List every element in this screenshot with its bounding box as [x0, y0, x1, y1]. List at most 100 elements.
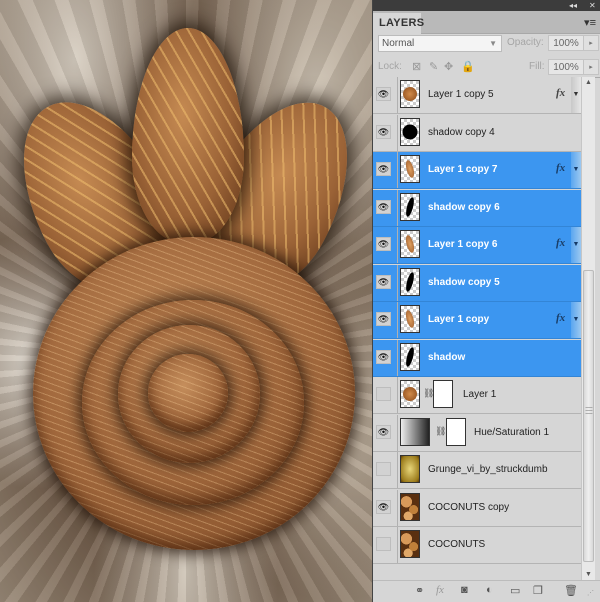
layer-row[interactable]: 👁⛓Layer 1	[373, 377, 581, 414]
layer-effects-fx-icon[interactable]: fx	[556, 162, 565, 174]
link-layers-icon[interactable]: ⚭	[415, 584, 424, 597]
visibility-eye-icon[interactable]: 👁	[376, 162, 391, 176]
panel-menu-icon[interactable]: ▾≡	[584, 16, 596, 29]
visibility-eye-icon[interactable]: 👁	[376, 537, 391, 551]
divider	[397, 152, 398, 188]
blend-mode-select[interactable]: Normal ▼	[378, 35, 502, 52]
layer-name[interactable]: COCONUTS	[428, 539, 485, 550]
layer-row[interactable]: 👁 shadow	[373, 339, 581, 377]
layer-row[interactable]: 👁 shadow copy 6	[373, 189, 581, 227]
layer-row[interactable]: 👁 shadow copy 5	[373, 264, 581, 302]
layer-thumbnail[interactable]	[400, 192, 420, 221]
visibility-eye-icon[interactable]: 👁	[376, 87, 391, 101]
layer-effects-fx-icon[interactable]: fx	[556, 237, 565, 249]
resize-grip-icon[interactable]: ⋰	[587, 589, 594, 597]
layer-thumbnail[interactable]	[400, 267, 420, 296]
layer-row[interactable]: 👁 Layer 1 copy 5 fx ▼	[373, 77, 581, 114]
layer-name[interactable]: shadow copy 6	[428, 202, 500, 213]
scrollbar-thumb[interactable]: ― ― ―	[583, 270, 594, 562]
expand-effects-arrow-icon[interactable]: ▼	[571, 302, 581, 338]
mask-link-chain-icon[interactable]: ⛓	[435, 426, 446, 437]
chevron-down-icon: ▼	[489, 39, 497, 48]
layer-effects-fx-icon[interactable]: fx	[556, 312, 565, 324]
layer-name[interactable]: Grunge_vi_by_struckdumb	[428, 464, 548, 475]
lock-position-move-icon[interactable]: ✥	[444, 60, 453, 73]
layer-name[interactable]: COCONUTS copy	[428, 502, 509, 513]
divider	[397, 489, 398, 526]
layer-thumbnail[interactable]	[400, 492, 420, 521]
scroll-up-arrow-icon[interactable]: ▲	[582, 79, 595, 86]
layer-thumbnail[interactable]	[400, 80, 420, 108]
layers-scrollbar[interactable]: ▲ ― ― ― ▼	[581, 77, 595, 580]
fill-slider-toggle[interactable]: ▸	[583, 59, 599, 75]
expand-effects-arrow-icon[interactable]: ▼	[571, 227, 581, 263]
visibility-eye-icon[interactable]: 👁	[376, 274, 391, 289]
layer-row[interactable]: 👁 COCONUTS copy	[373, 489, 581, 527]
layer-name[interactable]: Layer 1 copy 7	[428, 164, 497, 175]
layer-name[interactable]: shadow copy 4	[428, 127, 495, 138]
scroll-down-arrow-icon[interactable]: ▼	[582, 571, 595, 578]
layer-row[interactable]: 👁 ⛓ Hue/Saturation 1	[373, 414, 581, 452]
visibility-eye-icon[interactable]: 👁	[376, 424, 391, 439]
opacity-slider-toggle[interactable]: ▸	[583, 35, 599, 51]
layer-thumbnail[interactable]	[400, 230, 420, 258]
layer-thumbnail[interactable]	[400, 155, 420, 183]
document-canvas[interactable]	[0, 0, 372, 602]
layer-thumbnail[interactable]	[400, 305, 420, 333]
layer-name[interactable]: Layer 1 copy 6	[428, 239, 497, 250]
delete-layer-icon[interactable]: 🗑	[564, 584, 578, 597]
layer-name[interactable]: shadow	[428, 352, 465, 363]
layer-row[interactable]: 👁 Grunge_vi_by_struckdumb	[373, 452, 581, 489]
layer-row[interactable]: 👁 shadow copy 4	[373, 114, 581, 152]
layer-effects-fx-icon[interactable]: fx	[556, 87, 565, 99]
lock-transparency-icon[interactable]: ⊠	[412, 60, 421, 73]
visibility-eye-icon[interactable]: 👁	[376, 499, 391, 514]
tab-layers[interactable]: LAYERS	[373, 13, 424, 34]
layer-thumbnail[interactable]	[400, 342, 420, 371]
double-arrow-left-icon[interactable]: ◂◂	[569, 0, 577, 11]
expand-effects-arrow-icon[interactable]: ▼	[571, 152, 581, 188]
grip-icon: ― ― ―	[585, 404, 593, 417]
layer-row[interactable]: 👁 Layer 1 copy 7 fx ▼	[373, 152, 581, 189]
expand-effects-arrow-icon[interactable]: ▼	[571, 77, 581, 113]
visibility-eye-icon[interactable]: 👁	[376, 237, 391, 251]
opacity-input[interactable]: 100%	[548, 35, 584, 51]
divider	[397, 77, 398, 113]
layer-thumbnail[interactable]	[400, 117, 420, 146]
layer-name[interactable]: Layer 1 copy	[428, 314, 489, 325]
visibility-eye-icon[interactable]: 👁	[376, 462, 391, 476]
fill-input[interactable]: 100%	[548, 59, 584, 75]
add-layer-style-icon[interactable]: fx	[436, 584, 444, 596]
layer-thumbnail[interactable]	[400, 530, 420, 558]
lock-pixels-brush-icon[interactable]: ✎	[429, 60, 438, 73]
layer-name[interactable]: shadow copy 5	[428, 277, 500, 288]
layer-thumbnail[interactable]	[400, 455, 420, 483]
layer-thumbnail[interactable]	[400, 380, 420, 408]
visibility-eye-icon[interactable]: 👁	[376, 312, 391, 326]
panel-tab-row: LAYERS ▾≡	[373, 11, 600, 34]
visibility-eye-icon[interactable]: 👁	[376, 199, 391, 214]
visibility-eye-icon[interactable]: 👁	[376, 387, 391, 401]
new-fill-adjustment-layer-icon[interactable]: ◐	[486, 584, 493, 596]
blend-row: Normal ▼ Opacity: 100% ▸	[373, 34, 600, 58]
add-layer-mask-icon[interactable]: ◙	[461, 584, 468, 596]
divider	[397, 114, 398, 151]
layer-name[interactable]: Layer 1 copy 5	[428, 89, 494, 100]
close-icon[interactable]: ✕	[589, 0, 596, 11]
visibility-eye-icon[interactable]: 👁	[376, 349, 391, 364]
new-group-icon[interactable]: ▭	[510, 584, 520, 597]
layer-row[interactable]: 👁 COCONUTS	[373, 527, 581, 564]
layer-list: 👁 shadow copy 👁Layer 1 copy 5fx▼👁shadow …	[373, 77, 581, 580]
visibility-eye-icon[interactable]: 👁	[376, 124, 391, 139]
lock-all-padlock-icon[interactable]: 🔒	[461, 60, 475, 73]
divider	[397, 264, 398, 301]
layer-name[interactable]: Layer 1	[463, 389, 496, 400]
layer-name[interactable]: Hue/Saturation 1	[474, 427, 549, 438]
blend-mode-value: Normal	[382, 38, 415, 49]
layer-mask-thumbnail[interactable]	[446, 417, 466, 446]
layer-row[interactable]: 👁 Layer 1 copy fx ▼	[373, 302, 581, 339]
layer-mask-thumbnail[interactable]	[433, 380, 453, 408]
new-layer-icon[interactable]: ❐	[533, 584, 543, 597]
layer-row[interactable]: 👁 Layer 1 copy 6 fx ▼	[373, 227, 581, 264]
adjustment-thumbnail[interactable]	[400, 417, 430, 446]
